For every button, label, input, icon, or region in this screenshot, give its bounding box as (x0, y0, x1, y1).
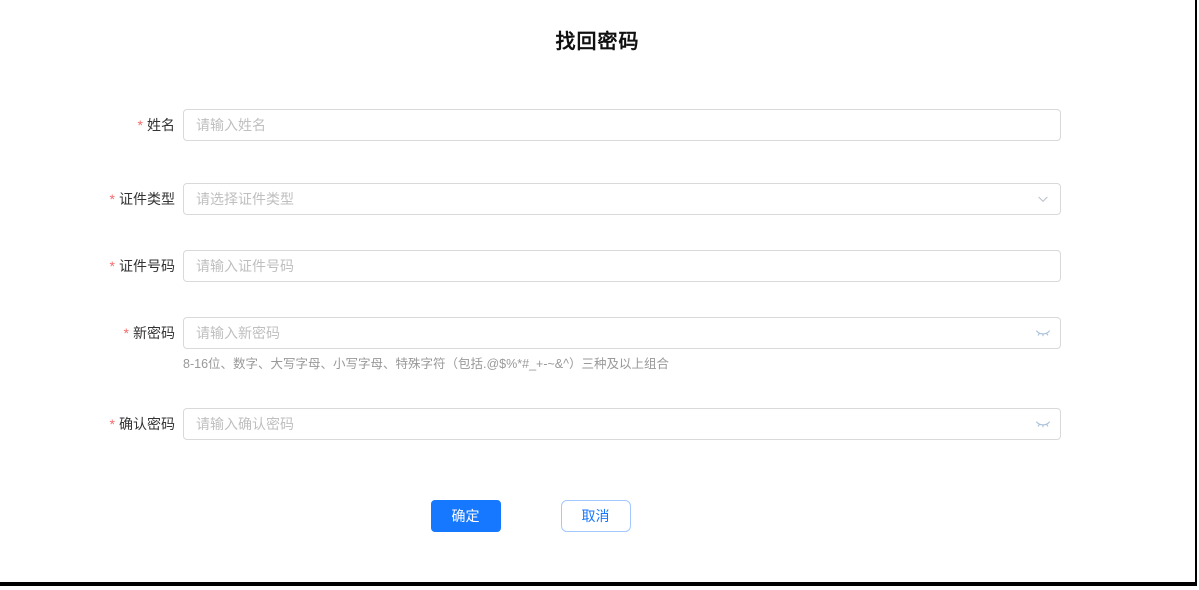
required-asterisk: * (138, 117, 143, 133)
confirm-password-label: * 确认密码 (0, 408, 183, 440)
cancel-button[interactable]: 取消 (561, 500, 631, 532)
id-type-select[interactable] (183, 183, 1061, 215)
new-password-label: * 新密码 (0, 317, 183, 349)
required-asterisk: * (110, 191, 115, 207)
confirm-button[interactable]: 确定 (431, 500, 501, 532)
confirm-password-label-text: 确认密码 (119, 414, 175, 434)
name-field-row: * 姓名 (0, 109, 1061, 141)
confirm-password-field-row: * 确认密码 (0, 408, 1061, 440)
required-asterisk: * (110, 416, 115, 432)
form-actions: 确定 取消 (0, 500, 1061, 532)
page-title: 找回密码 (0, 0, 1195, 54)
confirm-password-input[interactable] (183, 408, 1061, 440)
name-label-text: 姓名 (147, 115, 175, 135)
new-password-label-text: 新密码 (133, 323, 175, 343)
required-asterisk: * (110, 258, 115, 274)
id-number-field-row: * 证件号码 (0, 250, 1061, 282)
id-type-label-text: 证件类型 (119, 189, 175, 209)
chevron-down-icon[interactable] (1035, 191, 1051, 207)
id-type-label: * 证件类型 (0, 183, 183, 215)
id-number-label-text: 证件号码 (119, 256, 175, 276)
id-type-field-row: * 证件类型 (0, 183, 1061, 215)
required-asterisk: * (124, 325, 129, 341)
password-recovery-form: * 姓名 * 证件类型 (0, 109, 1061, 532)
id-number-input[interactable] (183, 250, 1061, 282)
password-recovery-page: 找回密码 * 姓名 * 证件类型 (0, 0, 1197, 586)
eye-closed-icon[interactable] (1035, 416, 1051, 432)
name-input[interactable] (183, 109, 1061, 141)
id-number-label: * 证件号码 (0, 250, 183, 282)
password-rules-hint: 8-16位、数字、大写字母、小写字母、特殊字符（包括.@$%*#_+-~&^）三… (183, 356, 1061, 373)
new-password-input[interactable] (183, 317, 1061, 349)
new-password-field-row: * 新密码 8-16位、数字、大写字母、小写字母、特殊字符（包括. (0, 317, 1061, 373)
eye-closed-icon[interactable] (1035, 325, 1051, 341)
name-label: * 姓名 (0, 109, 183, 141)
